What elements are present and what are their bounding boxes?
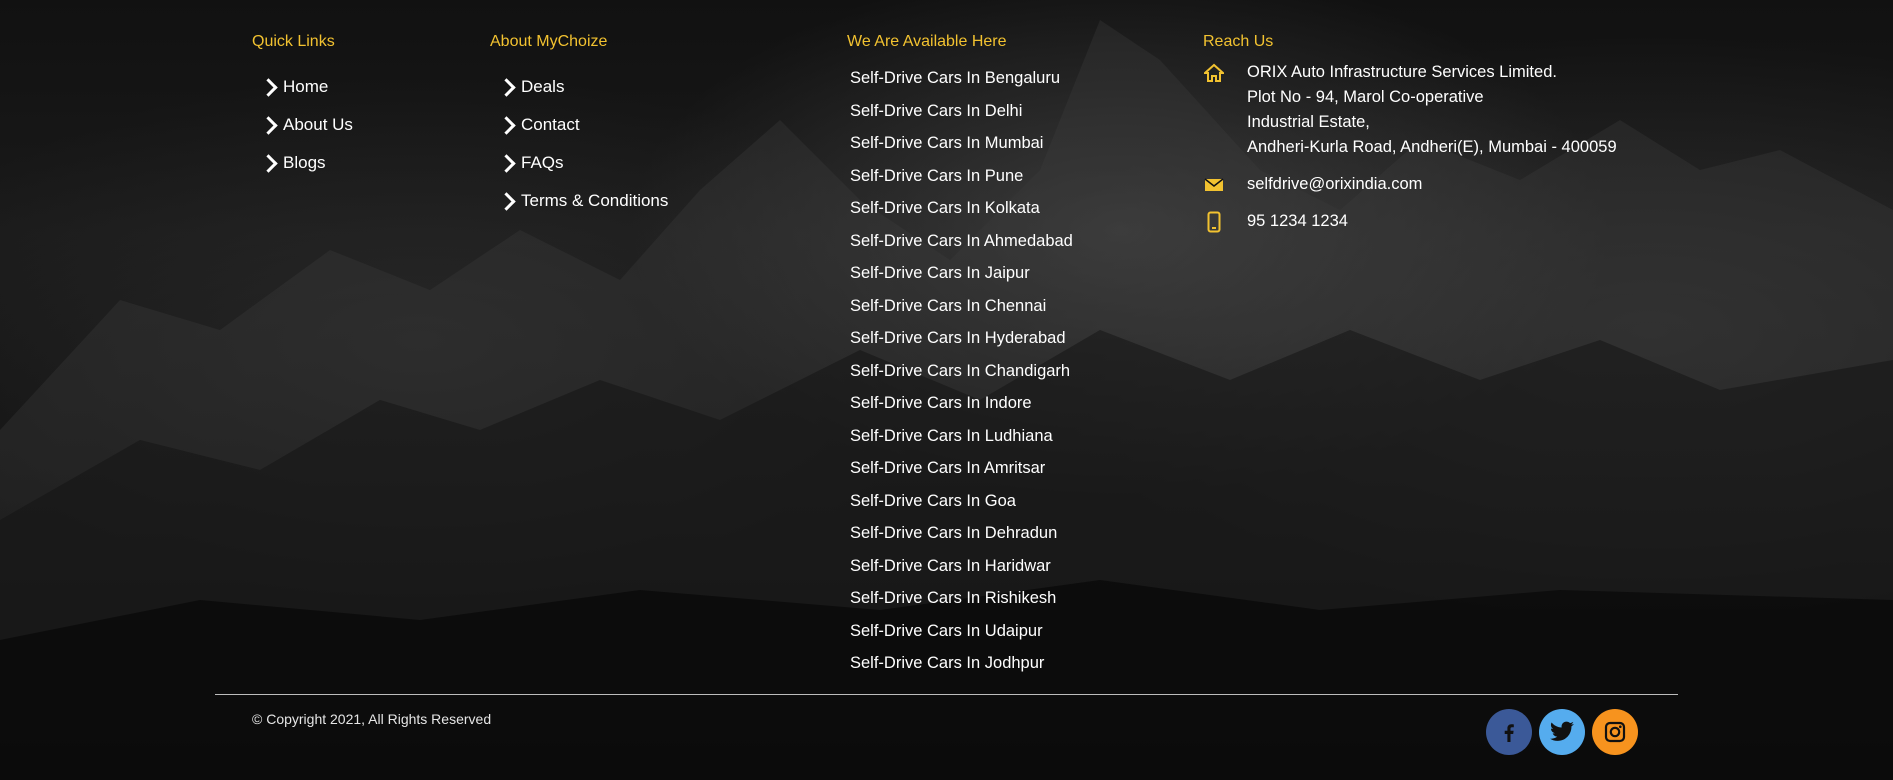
mail-icon	[1203, 172, 1225, 197]
reach-us-column: Reach Us ORIX Auto Infrastructure Servic…	[1203, 30, 1617, 234]
city-link-indore[interactable]: Self-Drive Cars In Indore	[847, 387, 1073, 420]
city-link-dehradun[interactable]: Self-Drive Cars In Dehradun	[847, 517, 1073, 550]
email-link[interactable]: selfdrive@orixindia.com	[1247, 172, 1422, 197]
chevron-right-icon	[497, 153, 516, 173]
city-link-bengaluru[interactable]: Self-Drive Cars In Bengaluru	[847, 62, 1073, 95]
footer-link-blogs[interactable]: Blogs	[252, 144, 353, 182]
phone-link[interactable]: 95 1234 1234	[1247, 209, 1348, 234]
city-link-ahmedabad[interactable]: Self-Drive Cars In Ahmedabad	[847, 225, 1073, 258]
footer-divider	[215, 694, 1678, 695]
chevron-right-icon	[497, 191, 516, 211]
chevron-right-icon	[259, 115, 278, 135]
phone-icon	[1203, 209, 1225, 234]
footer-link-about-us[interactable]: About Us	[252, 106, 353, 144]
city-link-pune[interactable]: Self-Drive Cars In Pune	[847, 160, 1073, 193]
city-link-chennai[interactable]: Self-Drive Cars In Chennai	[847, 290, 1073, 323]
site-footer: Quick Links Home About Us Blogs About My…	[0, 0, 1893, 780]
quick-links-heading: Quick Links	[252, 33, 335, 50]
email-row: selfdrive@orixindia.com	[1203, 172, 1617, 197]
chevron-right-icon	[259, 77, 278, 97]
address-line: ORIX Auto Infrastructure Services Limite…	[1247, 63, 1557, 81]
city-link-delhi[interactable]: Self-Drive Cars In Delhi	[847, 95, 1073, 128]
footer-link-home[interactable]: Home	[252, 68, 353, 106]
city-link-jaipur[interactable]: Self-Drive Cars In Jaipur	[847, 257, 1073, 290]
city-link-mumbai[interactable]: Self-Drive Cars In Mumbai	[847, 127, 1073, 160]
city-link-haridwar[interactable]: Self-Drive Cars In Haridwar	[847, 550, 1073, 583]
city-link-hyderabad[interactable]: Self-Drive Cars In Hyderabad	[847, 322, 1073, 355]
address-line: Andheri-Kurla Road, Andheri(E), Mumbai -…	[1247, 138, 1617, 156]
address-line: Industrial Estate,	[1247, 113, 1370, 131]
twitter-icon[interactable]	[1539, 709, 1585, 755]
city-link-amritsar[interactable]: Self-Drive Cars In Amritsar	[847, 452, 1073, 485]
chevron-right-icon	[497, 115, 516, 135]
home-icon	[1203, 60, 1225, 85]
facebook-icon[interactable]	[1486, 709, 1532, 755]
address-block: ORIX Auto Infrastructure Services Limite…	[1203, 60, 1617, 160]
about-column: About MyChoize Deals Contact FAQs Terms …	[490, 30, 668, 220]
footer-link-terms[interactable]: Terms & Conditions	[490, 182, 668, 220]
availability-heading: We Are Available Here	[847, 33, 1007, 50]
city-link-goa[interactable]: Self-Drive Cars In Goa	[847, 485, 1073, 518]
quick-links-column: Quick Links Home About Us Blogs	[252, 30, 353, 182]
address-line: Plot No - 94, Marol Co-operative	[1247, 88, 1484, 106]
city-link-jodhpur[interactable]: Self-Drive Cars In Jodhpur	[847, 647, 1073, 680]
chevron-right-icon	[259, 153, 278, 173]
city-link-rishikesh[interactable]: Self-Drive Cars In Rishikesh	[847, 582, 1073, 615]
footer-link-contact[interactable]: Contact	[490, 106, 668, 144]
footer-link-faqs[interactable]: FAQs	[490, 144, 668, 182]
reach-us-heading: Reach Us	[1203, 33, 1274, 50]
copyright-text: © Copyright 2021, All Rights Reserved	[252, 711, 492, 727]
footer-link-deals[interactable]: Deals	[490, 68, 668, 106]
city-link-kolkata[interactable]: Self-Drive Cars In Kolkata	[847, 192, 1073, 225]
chevron-right-icon	[497, 77, 516, 97]
phone-row: 95 1234 1234	[1203, 209, 1617, 234]
about-heading: About MyChoize	[490, 33, 608, 50]
instagram-icon[interactable]	[1592, 709, 1638, 755]
city-link-chandigarh[interactable]: Self-Drive Cars In Chandigarh	[847, 355, 1073, 388]
availability-column: We Are Available Here Self-Drive Cars In…	[847, 30, 1073, 680]
city-link-ludhiana[interactable]: Self-Drive Cars In Ludhiana	[847, 420, 1073, 453]
city-link-udaipur[interactable]: Self-Drive Cars In Udaipur	[847, 615, 1073, 648]
